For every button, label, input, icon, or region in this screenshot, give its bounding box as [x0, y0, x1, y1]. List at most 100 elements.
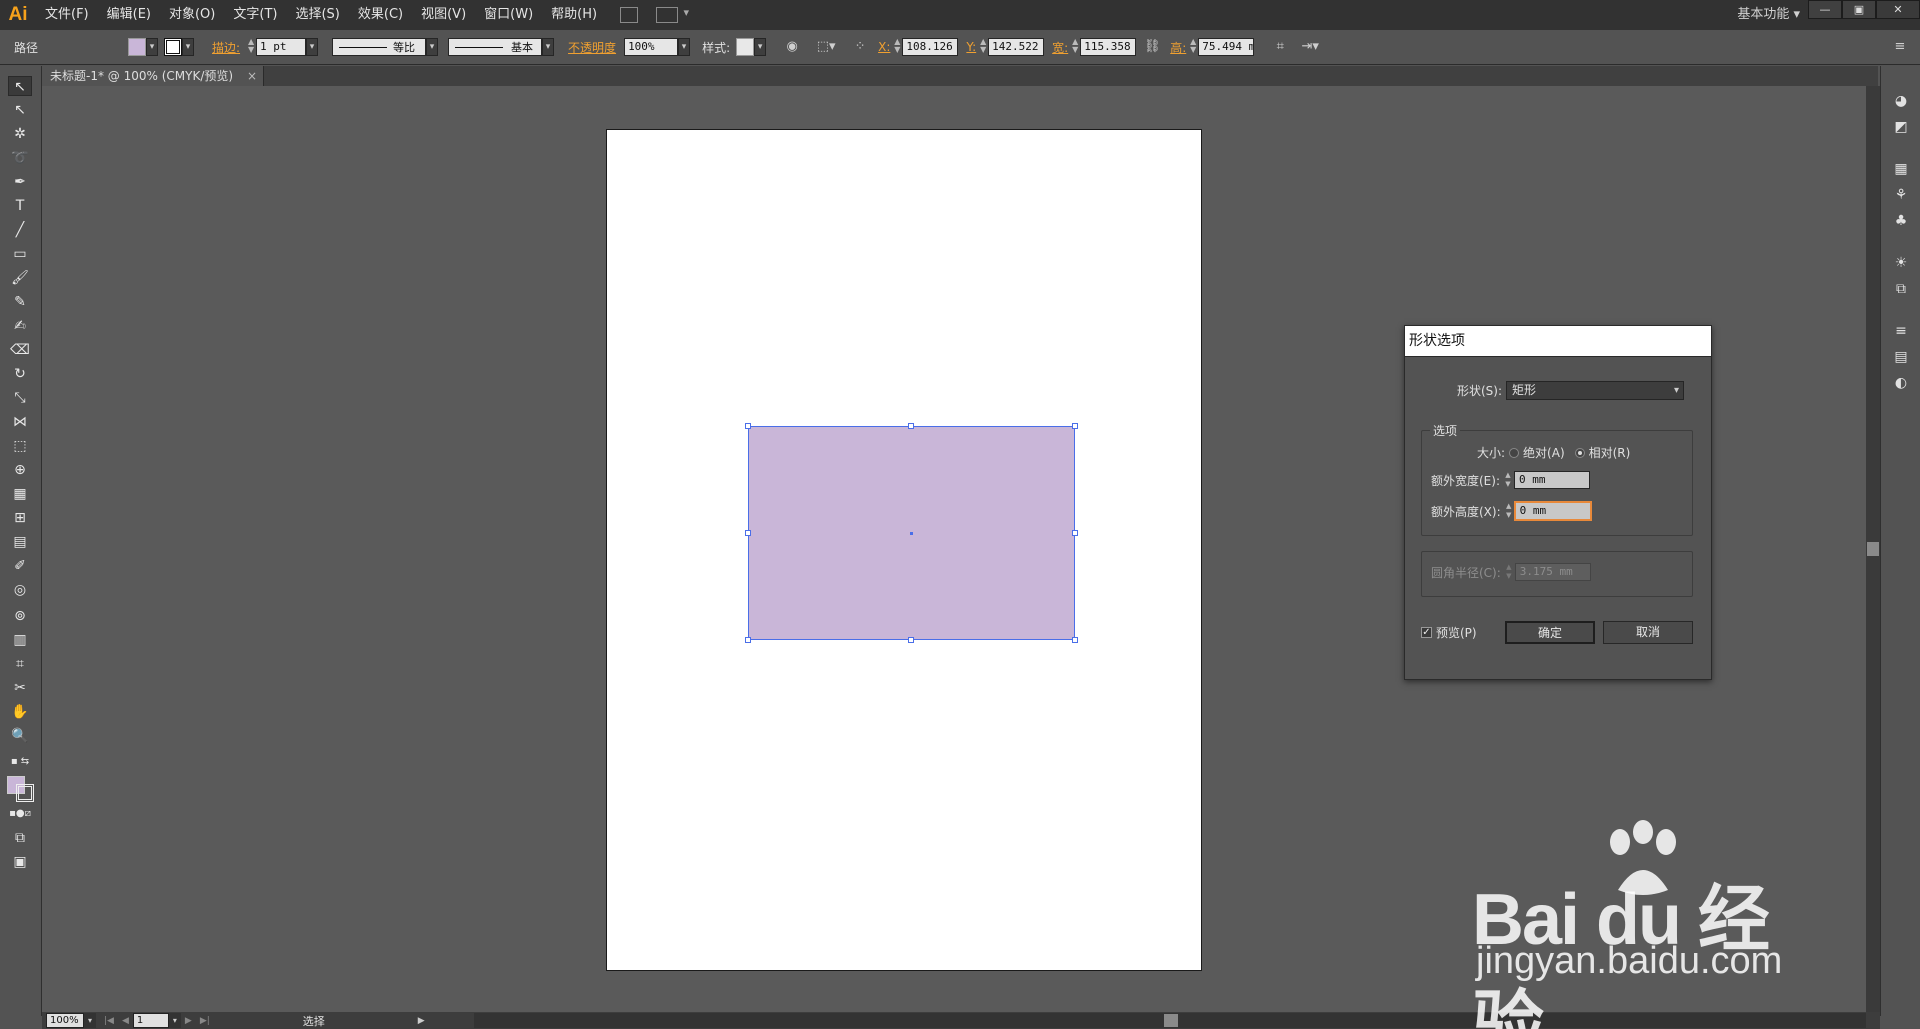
workspace-switcher[interactable]: 基本功能 ▾ — [1737, 0, 1800, 30]
recolor-artwork-icon[interactable]: ◉ — [782, 38, 802, 56]
width-tool-icon[interactable]: ⋈ — [8, 412, 32, 432]
opacity-field[interactable]: 100% — [624, 38, 679, 56]
extra-width-spinner[interactable]: ▲ ▼ — [1502, 471, 1514, 489]
gradient-tool-icon[interactable]: ▤ — [8, 532, 32, 552]
draw-mode-icon[interactable]: ⧉ — [8, 828, 32, 848]
graphic-style-dropdown[interactable]: ▾ — [754, 38, 767, 56]
shape-select[interactable]: 矩形 — [1506, 381, 1685, 400]
brush-definition[interactable]: 基本 — [448, 38, 543, 56]
selection-tool-icon[interactable]: ↖ — [8, 76, 32, 96]
status-menu-icon[interactable]: ▶ — [418, 1016, 425, 1026]
menu-effect[interactable]: 效果(C) — [349, 0, 412, 30]
width-spinner[interactable]: ▲ ▼ — [1070, 38, 1080, 56]
shape-builder-tool-icon[interactable]: ⊕ — [8, 460, 32, 480]
handle-top-left[interactable] — [745, 423, 751, 429]
vertical-scrollbar[interactable] — [1866, 86, 1880, 1012]
next-artboard-icon[interactable]: ▶ — [185, 1016, 192, 1026]
appearance-panel-icon[interactable]: ☀ — [1891, 254, 1911, 272]
slice-tool-icon[interactable]: ✂ — [8, 678, 32, 698]
vertical-scroll-thumb[interactable] — [1867, 542, 1879, 556]
align-to-icon[interactable]: ⬚▾ — [816, 38, 836, 56]
stroke-panel-icon[interactable]: ≡ — [1891, 322, 1911, 340]
y-spinner[interactable]: ▲ ▼ — [978, 38, 988, 56]
zoom-field[interactable]: 100% — [46, 1013, 84, 1028]
handle-middle-left[interactable] — [745, 530, 751, 536]
symbol-sprayer-tool-icon[interactable]: ⊚ — [8, 606, 32, 626]
artboard-field[interactable]: 1 — [132, 1013, 169, 1028]
close-button[interactable]: ✕ — [1876, 0, 1920, 19]
width-field[interactable]: 115.358 r — [1080, 38, 1137, 56]
brush-dropdown[interactable]: ▾ — [542, 38, 555, 56]
x-label[interactable]: X: — [878, 40, 890, 54]
menu-edit[interactable]: 编辑(E) — [98, 0, 160, 30]
screen-mode-icon[interactable]: ▣ — [8, 852, 32, 872]
eyedropper-tool-icon[interactable]: ✐ — [8, 556, 32, 576]
handle-middle-right[interactable] — [1072, 530, 1078, 536]
profile-dropdown[interactable]: ▾ — [426, 38, 439, 56]
x-spinner[interactable]: ▲ ▼ — [892, 38, 902, 56]
horizontal-scrollbar[interactable] — [474, 1013, 1866, 1028]
swatches-panel-icon[interactable]: ▦ — [1891, 160, 1911, 178]
reference-point-icon[interactable]: ⁘ — [850, 38, 870, 56]
transform-icon[interactable]: ⌗ — [1270, 38, 1290, 56]
arrange-documents-icon[interactable] — [656, 6, 689, 23]
height-label[interactable]: 高: — [1170, 39, 1186, 56]
cancel-button[interactable]: 取消 — [1603, 621, 1693, 644]
document-tab[interactable]: 未标题-1* @ 100% (CMYK/预览) × — [42, 66, 264, 86]
zoom-tool-icon[interactable]: 🔍 — [8, 726, 32, 746]
stroke-swatch[interactable] — [164, 38, 182, 56]
lasso-tool-icon[interactable]: ➰ — [8, 148, 32, 168]
constrain-proportions-icon[interactable]: ⛓ — [1142, 38, 1162, 56]
last-artboard-icon[interactable]: ▶| — [200, 1016, 210, 1026]
menu-window[interactable]: 窗口(W) — [475, 0, 542, 30]
symbols-panel-icon[interactable]: ♣ — [1891, 212, 1911, 230]
menu-object[interactable]: 对象(O) — [160, 0, 224, 30]
x-field[interactable]: 108.126 r — [902, 38, 959, 56]
blob-brush-tool-icon[interactable]: ✍ — [8, 316, 32, 336]
brushes-panel-icon[interactable]: ⚘ — [1891, 186, 1911, 204]
pen-tool-icon[interactable]: ✒ — [8, 172, 32, 192]
gradient-panel-icon[interactable]: ▤ — [1891, 348, 1911, 366]
fill-dropdown[interactable]: ▾ — [146, 38, 158, 56]
first-artboard-icon[interactable]: |◀ — [104, 1016, 114, 1026]
default-colors-icon[interactable]: ▪ ⇆ — [8, 752, 32, 772]
graphic-styles-panel-icon[interactable]: ⧉ — [1891, 280, 1911, 298]
magic-wand-tool-icon[interactable]: ✲ — [8, 124, 32, 144]
height-spinner[interactable]: ▲ ▼ — [1188, 38, 1198, 56]
opacity-label[interactable]: 不透明度 — [568, 39, 616, 56]
extra-height-spinner[interactable]: ▲ ▼ — [1503, 502, 1515, 520]
width-label[interactable]: 宽: — [1052, 39, 1068, 56]
direct-selection-tool-icon[interactable]: ↖ — [8, 100, 32, 120]
column-graph-tool-icon[interactable]: ▥ — [8, 630, 32, 650]
rotate-tool-icon[interactable]: ↻ — [8, 364, 32, 384]
eraser-tool-icon[interactable]: ⌫ — [8, 340, 32, 360]
handle-bottom-right[interactable] — [1072, 637, 1078, 643]
height-field[interactable]: 75.494 m — [1198, 38, 1255, 56]
stroke-weight-dropdown[interactable]: ▾ — [306, 38, 319, 56]
fill-swatch[interactable] — [128, 38, 146, 56]
handle-bottom-center[interactable] — [908, 637, 914, 643]
menu-select[interactable]: 选择(S) — [286, 0, 348, 30]
handle-bottom-left[interactable] — [745, 637, 751, 643]
hand-tool-icon[interactable]: ✋ — [8, 702, 32, 722]
variable-width-profile[interactable]: 等比 — [332, 38, 427, 56]
ok-button[interactable]: 确定 — [1505, 621, 1595, 644]
isolate-icon[interactable]: ⇥▾ — [1300, 38, 1320, 56]
stroke-color-icon[interactable] — [16, 784, 34, 802]
restore-button[interactable]: ▣ — [1842, 0, 1876, 19]
mesh-tool-icon[interactable]: ⊞ — [8, 508, 32, 528]
menu-file[interactable]: 文件(F) — [36, 0, 98, 30]
previous-artboard-icon[interactable]: ◀ — [122, 1016, 129, 1026]
panel-menu-icon[interactable]: ≡ — [1890, 38, 1910, 56]
stroke-weight-spinner[interactable]: ▲ ▼ — [246, 38, 256, 56]
relative-radio[interactable] — [1574, 447, 1585, 458]
close-tab-icon[interactable]: × — [247, 66, 257, 86]
color-panel-icon[interactable]: ◕ — [1891, 92, 1911, 110]
menu-view[interactable]: 视图(V) — [412, 0, 475, 30]
line-tool-icon[interactable]: ╱ — [8, 220, 32, 240]
opacity-dropdown[interactable]: ▾ — [678, 38, 691, 56]
artboard-tool-icon[interactable]: ⌗ — [8, 654, 32, 674]
extra-height-field[interactable]: 0 mm — [1514, 502, 1591, 520]
zoom-dropdown[interactable]: ▾ — [84, 1013, 96, 1028]
transparency-panel-icon[interactable]: ◐ — [1891, 374, 1911, 392]
